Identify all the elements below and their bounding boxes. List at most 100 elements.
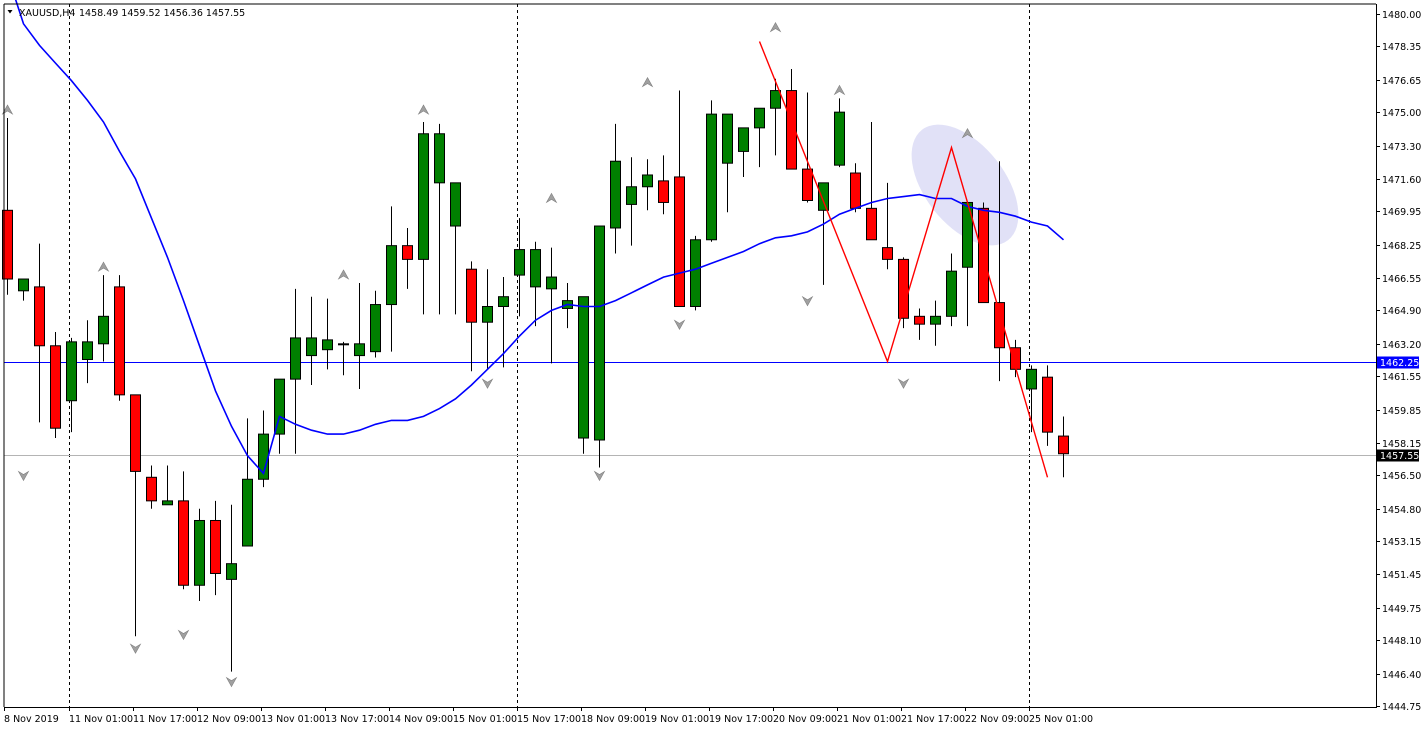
candle-body	[242, 478, 253, 547]
time-tick-label: 13 Nov 17:00	[325, 714, 389, 725]
candle-body	[754, 107, 765, 129]
candle-body	[450, 182, 461, 227]
candle-body	[674, 176, 685, 308]
candle-3	[50, 332, 61, 439]
candle-body	[338, 343, 349, 346]
time-tick-label: 14 Nov 09:00	[389, 714, 453, 725]
candle-body	[578, 296, 589, 439]
candle-body	[162, 500, 173, 506]
candle-body	[642, 174, 653, 188]
price-tick-label: 1453.15	[1382, 537, 1421, 548]
time-tick-label: 15 Nov 17:00	[517, 714, 581, 725]
time-tick-label: 19 Nov 01:00	[645, 714, 709, 725]
price-tick-label: 1466.55	[1382, 274, 1421, 285]
price-tick-label: 1463.20	[1382, 340, 1421, 351]
candle-7	[114, 275, 125, 401]
price-tick-label: 1444.75	[1382, 702, 1421, 713]
candle-body	[354, 343, 365, 357]
candle-body	[818, 182, 829, 211]
candle-body	[498, 296, 509, 308]
candle-body	[914, 315, 925, 325]
symbol-label: XAUUSD,H4	[19, 8, 75, 19]
candle-body	[1058, 435, 1069, 455]
hline-price-label: 1462.25	[1377, 356, 1419, 369]
candle-body	[834, 111, 845, 166]
candle-body	[18, 278, 29, 292]
candle-body	[322, 339, 333, 351]
candle-body	[50, 345, 61, 429]
candle-44	[706, 100, 717, 242]
candle-body	[802, 168, 813, 201]
price-tick-label: 1471.60	[1382, 175, 1421, 186]
candle-body	[274, 378, 285, 435]
current-price-text: 1457.55	[1380, 451, 1419, 462]
price-tick-label: 1469.95	[1382, 207, 1421, 218]
candle-body	[1042, 376, 1053, 433]
candle-body	[386, 245, 397, 306]
chart[interactable]: 1480.00 1478.35 1476.65 1475.00 1473.30 1471.…	[0, 0, 1424, 732]
candle-body	[770, 90, 781, 109]
candle-body	[146, 476, 157, 502]
candle-body	[546, 276, 557, 290]
candle-body	[402, 245, 413, 260]
price-tick-label: 1461.55	[1382, 372, 1421, 383]
price-tick-label: 1475.00	[1382, 108, 1421, 119]
candle-body	[210, 519, 221, 574]
time-tick-label: 18 Nov 09:00	[581, 714, 645, 725]
candle-body	[882, 247, 893, 260]
candle-body	[690, 239, 701, 308]
candle-body	[706, 113, 717, 241]
chart-header[interactable]: XAUUSD,H4 1458.49 1459.52 1456.36 1457.5…	[7, 8, 246, 19]
candle-body	[34, 286, 45, 347]
time-tick-label: 20 Nov 09:00	[773, 714, 837, 725]
candle-body	[482, 306, 493, 323]
candle-body	[130, 394, 141, 472]
price-tick-label: 1480.00	[1382, 10, 1421, 21]
candle-body	[1026, 368, 1037, 390]
candle-body	[946, 270, 957, 317]
ohlc-values: 1458.49 1459.52 1456.36 1457.55	[79, 8, 245, 19]
time-tick-label: 11 Nov 17:00	[133, 714, 197, 725]
time-tick-label: 11 Nov 01:00	[69, 714, 133, 725]
candle-body	[178, 500, 189, 586]
current-price-label: 1457.55	[1377, 449, 1419, 462]
candle-body	[514, 249, 525, 276]
price-tick-label: 1458.15	[1382, 439, 1421, 450]
price-tick-label: 1456.50	[1382, 471, 1421, 482]
candle-body	[626, 186, 637, 205]
time-tick-label: 21 Nov 17:00	[901, 714, 965, 725]
candle-body	[610, 160, 621, 229]
time-tick-label: 15 Nov 01:00	[453, 714, 517, 725]
candle-body	[738, 127, 749, 152]
candle-43	[690, 235, 701, 311]
candle-36	[578, 296, 589, 454]
time-tick-label: 25 Nov 01:00	[1029, 714, 1093, 725]
time-tick-label: 8 Nov 2019	[4, 714, 59, 725]
candle-body	[290, 337, 301, 380]
candle-body	[82, 341, 93, 361]
candle-body	[66, 341, 77, 402]
candle-body	[306, 337, 317, 357]
price-tick-label: 1449.75	[1382, 604, 1421, 615]
candle-body	[594, 225, 605, 441]
candle-body	[930, 315, 941, 325]
price-tick-label: 1464.90	[1382, 306, 1421, 317]
time-tick-label: 19 Nov 17:00	[709, 714, 773, 725]
candle-body	[722, 113, 733, 164]
candle-body	[850, 172, 861, 209]
candle-body	[418, 133, 429, 260]
candle-body	[98, 315, 109, 345]
price-tick-label: 1451.45	[1382, 570, 1421, 581]
price-tick-label: 1468.25	[1382, 241, 1421, 252]
price-tick-label: 1446.40	[1382, 670, 1421, 681]
candle-body	[658, 180, 669, 203]
hline-label-text: 1462.25	[1380, 358, 1419, 369]
candle-body	[866, 207, 877, 241]
time-tick-label: 21 Nov 01:00	[837, 714, 901, 725]
price-tick-label: 1459.85	[1382, 406, 1421, 417]
candle-61	[978, 202, 989, 304]
candle-body	[194, 519, 205, 586]
time-tick-label: 22 Nov 09:00	[965, 714, 1029, 725]
price-tick-label: 1478.35	[1382, 42, 1421, 53]
price-tick-label: 1473.30	[1382, 142, 1421, 153]
